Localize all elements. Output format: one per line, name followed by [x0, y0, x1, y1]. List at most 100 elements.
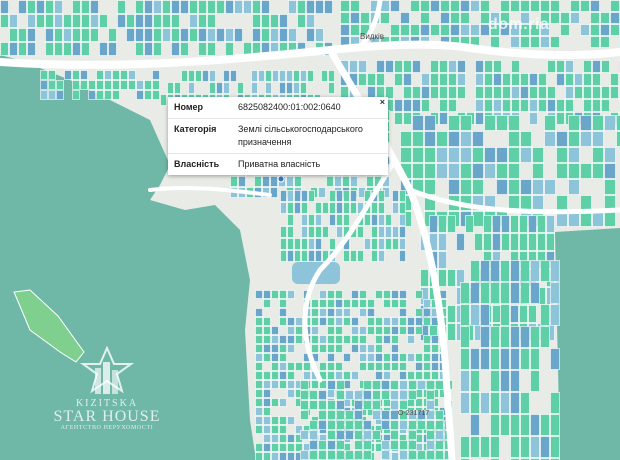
land-parcel[interactable] — [423, 344, 431, 353]
land-parcel[interactable] — [500, 304, 510, 326]
land-parcel[interactable] — [510, 215, 519, 233]
land-parcel[interactable] — [493, 60, 502, 73]
land-parcel[interactable] — [604, 147, 616, 163]
land-parcel[interactable] — [255, 344, 263, 353]
land-parcel[interactable] — [556, 60, 565, 73]
land-parcel[interactable] — [480, 0, 490, 12]
land-parcel[interactable] — [493, 73, 502, 86]
land-parcel[interactable] — [294, 238, 301, 250]
land-parcel[interactable] — [279, 290, 287, 299]
land-parcel[interactable] — [592, 115, 604, 131]
land-parcel[interactable] — [460, 436, 470, 458]
land-parcel[interactable] — [583, 60, 592, 73]
land-parcel[interactable] — [336, 390, 345, 400]
land-parcel[interactable] — [80, 80, 88, 90]
land-parcel[interactable] — [430, 60, 439, 73]
land-parcel[interactable] — [311, 326, 319, 335]
land-parcel[interactable] — [378, 238, 385, 250]
land-parcel[interactable] — [287, 326, 295, 335]
land-parcel[interactable] — [315, 250, 322, 262]
land-parcel[interactable] — [490, 348, 500, 370]
land-parcel[interactable] — [601, 86, 610, 99]
land-parcel[interactable] — [288, 28, 297, 42]
land-parcel[interactable] — [188, 70, 195, 82]
land-parcel[interactable] — [412, 163, 424, 179]
land-parcel[interactable] — [391, 299, 399, 308]
land-parcel[interactable] — [351, 317, 359, 326]
land-parcel[interactable] — [104, 80, 112, 90]
land-parcel[interactable] — [294, 176, 302, 187]
land-parcel[interactable] — [470, 370, 480, 392]
land-parcel[interactable] — [580, 195, 592, 211]
land-parcel[interactable] — [153, 14, 162, 28]
land-parcel[interactable] — [431, 344, 439, 353]
land-parcel[interactable] — [399, 380, 408, 390]
land-parcel[interactable] — [306, 14, 315, 28]
land-parcel[interactable] — [287, 371, 295, 380]
land-parcel[interactable] — [343, 371, 351, 380]
land-parcel[interactable] — [407, 326, 415, 335]
land-parcel[interactable] — [287, 389, 295, 398]
land-parcel[interactable] — [144, 0, 153, 14]
land-parcel[interactable] — [400, 12, 410, 24]
land-parcel[interactable] — [80, 70, 88, 80]
land-parcel[interactable] — [480, 348, 490, 370]
land-parcel[interactable] — [255, 425, 263, 434]
land-parcel[interactable] — [287, 452, 295, 460]
land-parcel[interactable] — [171, 0, 180, 14]
land-parcel[interactable] — [530, 414, 540, 436]
land-parcel[interactable] — [520, 131, 532, 147]
land-parcel[interactable] — [403, 73, 412, 86]
land-parcel[interactable] — [263, 371, 271, 380]
land-parcel[interactable] — [336, 202, 343, 214]
land-parcel[interactable] — [263, 434, 271, 443]
land-parcel[interactable] — [153, 0, 162, 14]
land-parcel[interactable] — [327, 450, 336, 460]
land-parcel[interactable] — [340, 0, 350, 12]
land-parcel[interactable] — [530, 436, 540, 458]
land-parcel[interactable] — [470, 24, 480, 36]
land-parcel[interactable] — [538, 73, 547, 86]
land-parcel[interactable] — [450, 12, 460, 24]
land-parcel[interactable] — [500, 370, 510, 392]
land-parcel[interactable] — [96, 90, 104, 100]
land-parcel[interactable] — [426, 420, 435, 430]
land-parcel[interactable] — [580, 163, 592, 179]
land-parcel[interactable] — [252, 14, 261, 28]
land-parcel[interactable] — [126, 14, 135, 28]
land-parcel[interactable] — [483, 233, 492, 251]
land-parcel[interactable] — [375, 353, 383, 362]
land-parcel[interactable] — [439, 73, 448, 86]
land-parcel[interactable] — [54, 42, 63, 56]
land-parcel[interactable] — [412, 131, 424, 147]
land-parcel[interactable] — [271, 371, 279, 380]
land-parcel[interactable] — [27, 0, 36, 14]
land-parcel[interactable] — [510, 233, 519, 251]
land-parcel[interactable] — [162, 28, 171, 42]
land-parcel[interactable] — [354, 410, 363, 420]
land-parcel[interactable] — [568, 163, 580, 179]
land-parcel[interactable] — [390, 440, 399, 450]
land-parcel[interactable] — [327, 335, 335, 344]
land-parcel[interactable] — [480, 304, 490, 326]
land-parcel[interactable] — [18, 28, 27, 42]
land-parcel[interactable] — [472, 147, 484, 163]
land-parcel[interactable] — [311, 317, 319, 326]
land-parcel[interactable] — [270, 14, 279, 28]
land-parcel[interactable] — [400, 147, 412, 163]
land-parcel[interactable] — [420, 12, 430, 24]
land-parcel[interactable] — [56, 90, 64, 100]
land-parcel[interactable] — [72, 70, 80, 80]
land-parcel[interactable] — [104, 70, 112, 80]
land-parcel[interactable] — [297, 0, 306, 14]
land-parcel[interactable] — [375, 335, 383, 344]
land-parcel[interactable] — [279, 452, 287, 460]
land-parcel[interactable] — [45, 14, 54, 28]
land-parcel[interactable] — [580, 131, 592, 147]
land-parcel[interactable] — [376, 73, 385, 86]
land-parcel[interactable] — [420, 24, 430, 36]
land-parcel[interactable] — [335, 326, 343, 335]
land-parcel[interactable] — [544, 115, 556, 131]
land-parcel[interactable] — [309, 440, 318, 450]
land-parcel[interactable] — [0, 14, 9, 28]
